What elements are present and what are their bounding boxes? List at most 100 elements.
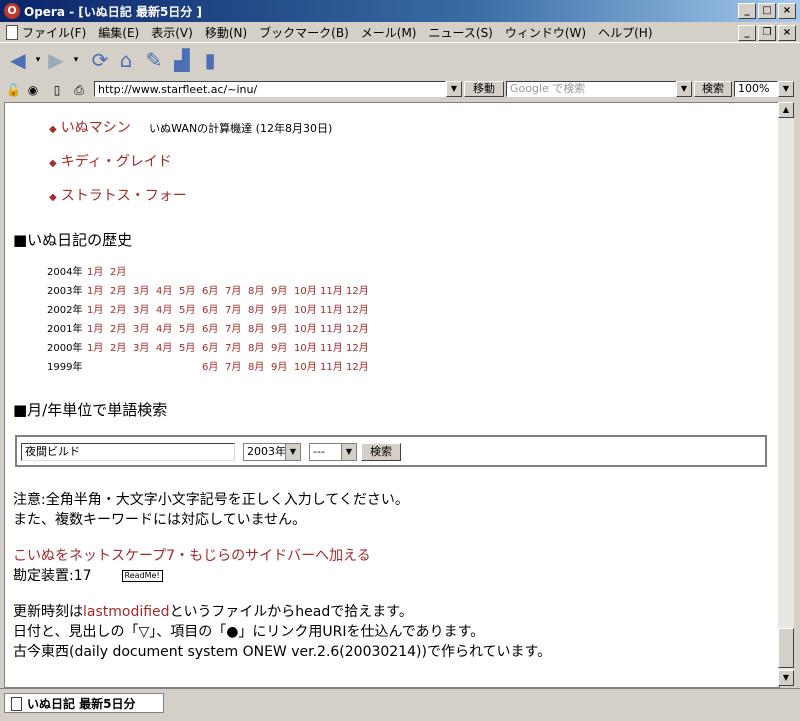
- zoom-select[interactable]: 100%: [734, 81, 778, 97]
- history-month-link[interactable]: 3月: [133, 320, 156, 335]
- history-month-link[interactable]: 10月: [294, 339, 320, 354]
- document-icon[interactable]: [6, 25, 18, 40]
- menu-item[interactable]: ブックマーク(B): [259, 24, 349, 41]
- url-dropdown-button[interactable]: ▼: [446, 81, 462, 97]
- zoom-dropdown[interactable]: ▼: [778, 81, 794, 97]
- history-month-link[interactable]: 7月: [225, 339, 248, 354]
- history-month-link[interactable]: 8月: [248, 320, 271, 335]
- close-button[interactable]: ×: [778, 3, 796, 19]
- menu-item[interactable]: メール(M): [361, 24, 417, 41]
- history-month-link[interactable]: 2月: [110, 282, 133, 297]
- history-month-link[interactable]: 10月: [294, 320, 320, 335]
- history-month-link[interactable]: 1月: [87, 263, 110, 278]
- scroll-up-button[interactable]: ▲: [778, 102, 794, 118]
- search-engine-dropdown[interactable]: ▼: [676, 81, 692, 97]
- history-month-link[interactable]: 6月: [202, 301, 225, 316]
- history-month-link[interactable]: 12月: [346, 301, 372, 316]
- history-month-link[interactable]: 6月: [202, 282, 225, 297]
- maximize-button[interactable]: □: [758, 3, 776, 19]
- history-month-link[interactable]: 4月: [156, 301, 179, 316]
- history-month-link[interactable]: 2月: [110, 301, 133, 316]
- history-month-link[interactable]: 10月: [294, 358, 320, 373]
- mdi-minimize-button[interactable]: _: [738, 25, 756, 41]
- history-month-link[interactable]: 9月: [271, 320, 294, 335]
- link-inu-machine[interactable]: いぬマシン: [61, 120, 131, 136]
- history-month-link[interactable]: 4月: [156, 282, 179, 297]
- history-month-link[interactable]: 7月: [225, 282, 248, 297]
- lastmodified-link[interactable]: lastmodified: [83, 604, 170, 620]
- history-month-link[interactable]: 12月: [346, 320, 372, 335]
- history-month-link[interactable]: 9月: [271, 282, 294, 297]
- search-button[interactable]: 検索: [694, 81, 732, 97]
- minimize-button[interactable]: _: [738, 3, 756, 19]
- menu-item[interactable]: 表示(V): [151, 24, 193, 41]
- history-month-link[interactable]: 11月: [320, 358, 346, 373]
- history-month-link[interactable]: 8月: [248, 358, 271, 373]
- mdi-restore-button[interactable]: ❐: [758, 25, 776, 41]
- menu-item[interactable]: 編集(E): [98, 24, 139, 41]
- history-month-link[interactable]: 1月: [87, 301, 110, 316]
- scroll-down-button[interactable]: ▼: [778, 670, 794, 686]
- history-month-link[interactable]: 1月: [87, 320, 110, 335]
- history-month-link[interactable]: 3月: [133, 282, 156, 297]
- history-month-link[interactable]: 11月: [320, 339, 346, 354]
- menu-item[interactable]: ウィンドウ(W): [505, 24, 586, 41]
- history-month-link[interactable]: 3月: [133, 339, 156, 354]
- menu-item[interactable]: ニュース(S): [428, 24, 492, 41]
- history-month-link[interactable]: 11月: [320, 320, 346, 335]
- history-month-link[interactable]: 4月: [156, 339, 179, 354]
- go-button[interactable]: 移動: [464, 81, 504, 97]
- history-month-link[interactable]: 4月: [156, 320, 179, 335]
- history-month-link[interactable]: 5月: [179, 282, 202, 297]
- month-select[interactable]: --- ▼: [309, 443, 357, 461]
- menu-item[interactable]: ヘルプ(H): [598, 24, 652, 41]
- forward-history-icon[interactable]: ▾: [64, 47, 88, 73]
- history-month-link[interactable]: 1月: [87, 282, 110, 297]
- security-icon[interactable]: 🔓: [6, 83, 21, 97]
- history-month-link[interactable]: 2月: [110, 320, 133, 335]
- history-month-link[interactable]: 9月: [271, 301, 294, 316]
- history-month-link[interactable]: 8月: [248, 282, 271, 297]
- history-month-link[interactable]: 10月: [294, 282, 320, 297]
- mdi-close-button[interactable]: ×: [778, 25, 796, 41]
- history-month-link[interactable]: 9月: [271, 339, 294, 354]
- url-input[interactable]: http://www.starfleet.ac/~inu/: [94, 81, 446, 97]
- page-icon[interactable]: ▮: [198, 47, 222, 73]
- page-tab[interactable]: いぬ日記 最新5日分: [4, 693, 164, 713]
- history-month-link[interactable]: 10月: [294, 301, 320, 316]
- hotlist-icon[interactable]: ✎: [142, 47, 166, 73]
- history-month-link[interactable]: 5月: [179, 339, 202, 354]
- history-month-link[interactable]: 5月: [179, 301, 202, 316]
- history-month-link[interactable]: 7月: [225, 320, 248, 335]
- cookie-icon[interactable]: ◉: [26, 83, 40, 97]
- print-small-icon[interactable]: ⎙: [72, 83, 86, 97]
- history-month-link[interactable]: 2月: [110, 339, 133, 354]
- search-submit-button[interactable]: 検索: [361, 443, 401, 461]
- readme-badge[interactable]: ReadMe!: [121, 570, 163, 582]
- link-stratos-four[interactable]: ストラトス・フォー: [61, 188, 187, 204]
- history-month-link[interactable]: 12月: [346, 358, 372, 373]
- history-month-link[interactable]: 5月: [179, 320, 202, 335]
- reload-icon[interactable]: ⟳: [88, 47, 112, 73]
- history-month-link[interactable]: 6月: [202, 339, 225, 354]
- history-month-link[interactable]: 8月: [248, 339, 271, 354]
- scroll-thumb[interactable]: [778, 628, 794, 668]
- history-month-link[interactable]: 7月: [225, 301, 248, 316]
- history-month-link[interactable]: 11月: [320, 282, 346, 297]
- history-month-link[interactable]: 9月: [271, 358, 294, 373]
- sidebar-link[interactable]: こいぬをネットスケープ7・もじらのサイドバーへ加える: [13, 545, 371, 565]
- vertical-scrollbar[interactable]: ▲ ▼: [778, 102, 794, 686]
- history-month-link[interactable]: 7月: [225, 358, 248, 373]
- menu-item[interactable]: 移動(N): [205, 24, 247, 41]
- search-input[interactable]: Google で検索: [506, 81, 678, 97]
- history-month-link[interactable]: 2月: [110, 263, 133, 278]
- history-month-link[interactable]: 12月: [346, 339, 372, 354]
- history-month-link[interactable]: 6月: [202, 358, 225, 373]
- keyword-input[interactable]: 夜間ビルド: [21, 443, 235, 461]
- link-kiddy-grade[interactable]: キディ・グレイド: [61, 154, 172, 170]
- history-month-link[interactable]: 11月: [320, 301, 346, 316]
- history-month-link[interactable]: 3月: [133, 301, 156, 316]
- history-month-link[interactable]: 12月: [346, 282, 372, 297]
- history-month-link[interactable]: 1月: [87, 339, 110, 354]
- new-page-icon[interactable]: ▯: [50, 83, 64, 97]
